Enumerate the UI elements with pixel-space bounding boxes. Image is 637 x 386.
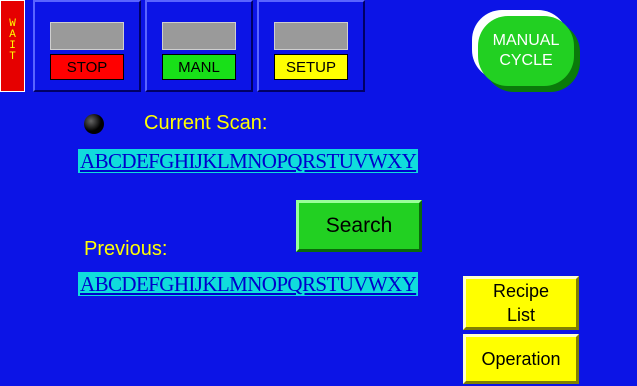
manual-cycle-button[interactable]: MANUAL CYCLE	[472, 10, 580, 92]
stop-mode-panel: STOP	[33, 0, 141, 92]
previous-scan-label: Previous:	[84, 238, 168, 260]
current-scan-label: Current Scan:	[144, 112, 268, 134]
recipe-list-label-line2: List	[506, 305, 535, 325]
manl-mode-panel: MANL	[145, 0, 253, 92]
manl-indicator-lamp	[162, 22, 236, 50]
stop-button[interactable]: STOP	[50, 54, 124, 80]
stop-indicator-lamp	[50, 22, 124, 50]
operation-button[interactable]: Operation	[463, 334, 579, 384]
manual-cycle-face[interactable]: MANUAL CYCLE	[478, 16, 574, 86]
black-dot-icon	[84, 114, 104, 134]
manl-button[interactable]: MANL	[162, 54, 236, 80]
manual-cycle-label-line2: CYCLE	[499, 52, 553, 69]
previous-scan-value: ABCDEFGHIJKLMNOPQRSTUVWXY	[78, 272, 419, 296]
recipe-list-button[interactable]: Recipe List	[463, 276, 579, 330]
recipe-list-label-line1: Recipe	[492, 281, 550, 301]
wait-letter: T	[9, 51, 16, 63]
current-scan-value: ABCDEFGHIJKLMNOPQRSTUVWXY	[78, 149, 419, 173]
setup-indicator-lamp	[274, 22, 348, 50]
setup-button[interactable]: SETUP	[274, 54, 348, 80]
manual-cycle-label-line1: MANUAL	[492, 32, 560, 49]
search-button[interactable]: Search	[296, 200, 422, 252]
setup-mode-panel: SETUP	[257, 0, 365, 92]
wait-status-indicator: W A I T	[0, 0, 25, 92]
